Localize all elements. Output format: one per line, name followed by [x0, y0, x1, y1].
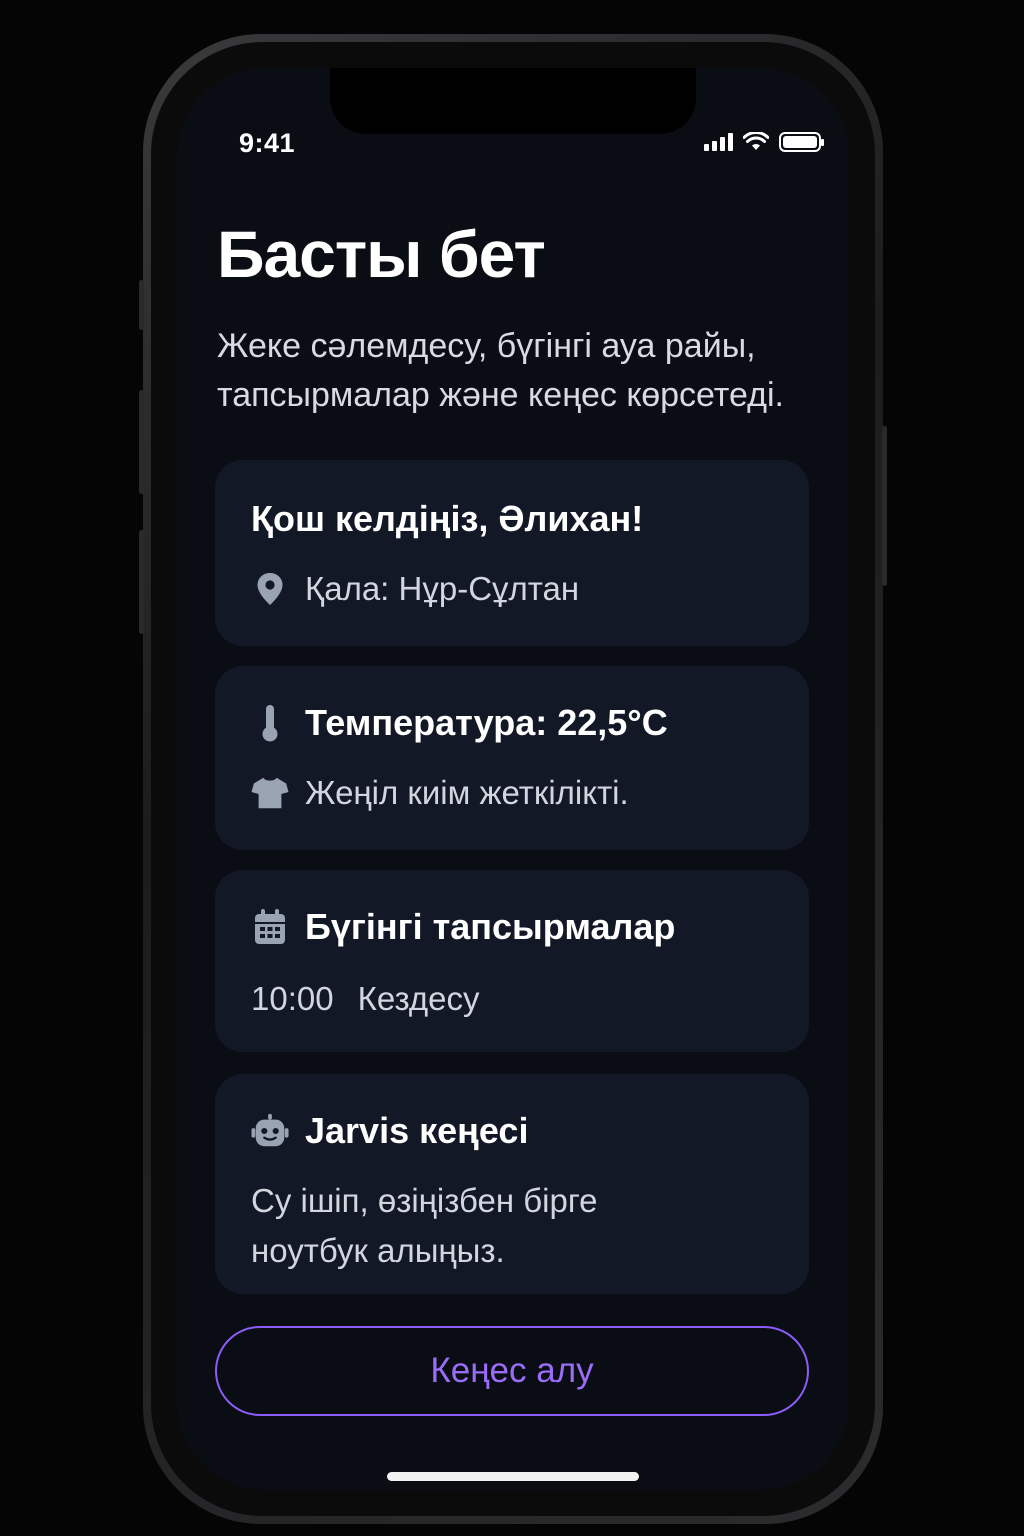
page-title: Басты бет — [217, 217, 546, 291]
robot-icon — [251, 1112, 289, 1150]
location-pin-icon — [251, 570, 289, 608]
status-time: 9:41 — [239, 128, 296, 158]
mute-switch — [139, 280, 144, 330]
thermometer-icon — [251, 704, 289, 742]
tasks-title: Бүгінгі тапсырмалар — [305, 906, 676, 947]
weather-card[interactable]: Температура: 22,5°C Жеңіл киім жеткілікт… — [215, 666, 809, 850]
tshirt-icon — [251, 774, 289, 812]
jarvis-advice-card[interactable]: Jarvis кеңесі Су ішіп, өзіңізбен бірге н… — [215, 1074, 809, 1294]
temperature-title: Температура: 22,5°C — [305, 702, 668, 743]
volume-up-button — [139, 390, 144, 494]
clothing-advice: Жеңіл киім жеткілікті. — [305, 774, 629, 811]
task-time: 10:00 — [251, 980, 334, 1017]
power-button — [882, 426, 887, 586]
jarvis-title: Jarvis кеңесі — [305, 1110, 529, 1151]
greeting-title: Қош келдіңіз, Әлихан! — [251, 498, 644, 539]
tasks-card[interactable]: Бүгінгі тапсырмалар 10:00 Кездесу — [215, 870, 809, 1052]
page-description: Жеке сәлемдесу, бүгінгі ауа райы, тапсыр… — [217, 327, 784, 414]
wifi-icon — [743, 132, 769, 150]
screen: 9:41 Басты бет Жеке сәлемдесу, бүгінгі а… — [177, 68, 849, 1490]
battery-icon — [779, 132, 824, 152]
phone-frame: 9:41 Басты бет Жеке сәлемдесу, бүгінгі а… — [139, 34, 887, 1524]
home-indicator[interactable] — [387, 1472, 639, 1481]
cellular-signal-icon — [704, 133, 733, 151]
phone-bezel: 9:41 Басты бет Жеке сәлемдесу, бүгінгі а… — [151, 42, 875, 1516]
volume-down-button — [139, 530, 144, 634]
status-icons — [704, 132, 824, 152]
greeting-card[interactable]: Қош келдіңіз, Әлихан! Қала: Нұр-Сұлтан — [215, 460, 809, 646]
city-label: Қала: Нұр-Сұлтан — [305, 570, 580, 607]
task-name: Кездесу — [357, 980, 480, 1017]
get-advice-button[interactable]: Кеңес алу — [215, 1326, 809, 1416]
calendar-icon — [251, 908, 289, 946]
notch — [330, 68, 696, 134]
jarvis-advice-text: Су ішіп, өзіңізбен бірге ноутбук алыңыз. — [251, 1182, 598, 1269]
task-item[interactable]: 10:00 Кездесу — [251, 980, 479, 1018]
